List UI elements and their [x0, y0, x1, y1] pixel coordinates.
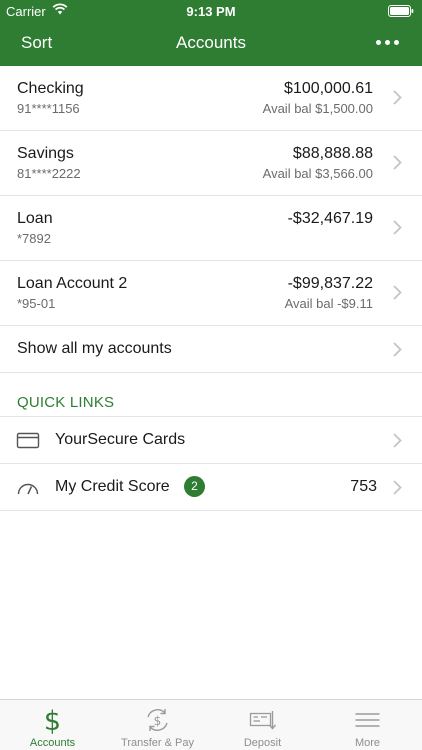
- header: Carrier 9:13 PM Sort Accounts: [0, 0, 422, 66]
- account-balance: -$32,467.19: [287, 210, 373, 227]
- account-balance: $88,888.88: [292, 145, 373, 162]
- account-name: Loan Account 2: [17, 275, 128, 292]
- show-all-accounts-row[interactable]: Show all my accounts: [0, 326, 422, 373]
- quick-links-header: QUICK LINKS: [17, 394, 115, 411]
- chevron-right-icon: [393, 220, 402, 235]
- more-options-icon[interactable]: [376, 34, 400, 52]
- credit-score-value: 753: [350, 478, 377, 495]
- svg-text:$: $: [154, 714, 162, 728]
- available-balance: Avail bal $1,500.00: [262, 101, 373, 116]
- tab-deposit[interactable]: Deposit: [210, 700, 315, 750]
- account-row-loan[interactable]: Loan *7892 -$32,467.19: [0, 196, 422, 261]
- notification-badge: 2: [184, 476, 205, 497]
- account-number: 91****1156: [17, 101, 80, 116]
- clock: 9:13 PM: [186, 4, 236, 19]
- account-row-loan-account-2[interactable]: Loan Account 2 *95-01 -$99,837.22 Avail …: [0, 261, 422, 326]
- tab-accounts[interactable]: $ Accounts: [0, 700, 105, 750]
- tab-more[interactable]: More: [315, 700, 420, 750]
- available-balance: Avail bal $3,566.00: [262, 166, 373, 181]
- account-number: *95-01: [17, 296, 56, 311]
- svg-text:$: $: [44, 706, 61, 734]
- quick-link-credit-score[interactable]: My Credit Score 2 753: [0, 464, 422, 511]
- account-row-checking[interactable]: Checking 91****1156 $100,000.61 Avail ba…: [0, 66, 422, 131]
- account-number: *7892: [17, 231, 51, 246]
- quick-link-yoursecure-cards[interactable]: YourSecure Cards: [0, 417, 422, 464]
- status-bar: Carrier 9:13 PM: [0, 0, 422, 22]
- chevron-right-icon: [393, 90, 402, 105]
- quick-link-label: My Credit Score: [55, 478, 170, 495]
- battery-icon: [388, 5, 414, 17]
- gauge-icon: [17, 483, 39, 495]
- tab-label: Deposit: [243, 737, 282, 749]
- account-name: Savings: [17, 145, 74, 162]
- account-name: Loan: [17, 210, 53, 227]
- account-row-savings[interactable]: Savings 81****2222 $88,888.88 Avail bal …: [0, 131, 422, 196]
- account-list: Checking 91****1156 $100,000.61 Avail ba…: [0, 66, 422, 373]
- page-title: Accounts: [176, 33, 246, 52]
- show-all-label: Show all my accounts: [17, 340, 172, 357]
- quick-links-list: YourSecure Cards My Credit Score 2 753: [0, 416, 422, 511]
- chevron-right-icon: [393, 285, 402, 300]
- available-balance: Avail bal -$9.11: [284, 296, 373, 311]
- dollar-icon: $: [44, 706, 61, 734]
- card-icon: [16, 432, 40, 449]
- tab-label: Transfer & Pay: [121, 737, 194, 749]
- account-balance: $100,000.61: [284, 80, 373, 97]
- tab-label: Accounts: [29, 737, 76, 749]
- chevron-right-icon: [393, 342, 402, 357]
- transfer-icon: $: [147, 709, 168, 731]
- tab-label: More: [354, 737, 381, 749]
- chevron-right-icon: [393, 433, 402, 448]
- account-number: 81****2222: [17, 166, 81, 181]
- quick-link-label: YourSecure Cards: [55, 431, 186, 448]
- account-name: Checking: [17, 80, 84, 97]
- menu-icon: [355, 713, 380, 727]
- tab-transfer-pay[interactable]: $ Transfer & Pay: [105, 700, 210, 750]
- deposit-icon: [249, 711, 277, 730]
- tab-bar: $ Accounts $ Transfer & Pay Deposit More: [0, 699, 422, 750]
- chevron-right-icon: [393, 480, 402, 495]
- account-balance: -$99,837.22: [287, 275, 373, 292]
- chevron-right-icon: [393, 155, 402, 170]
